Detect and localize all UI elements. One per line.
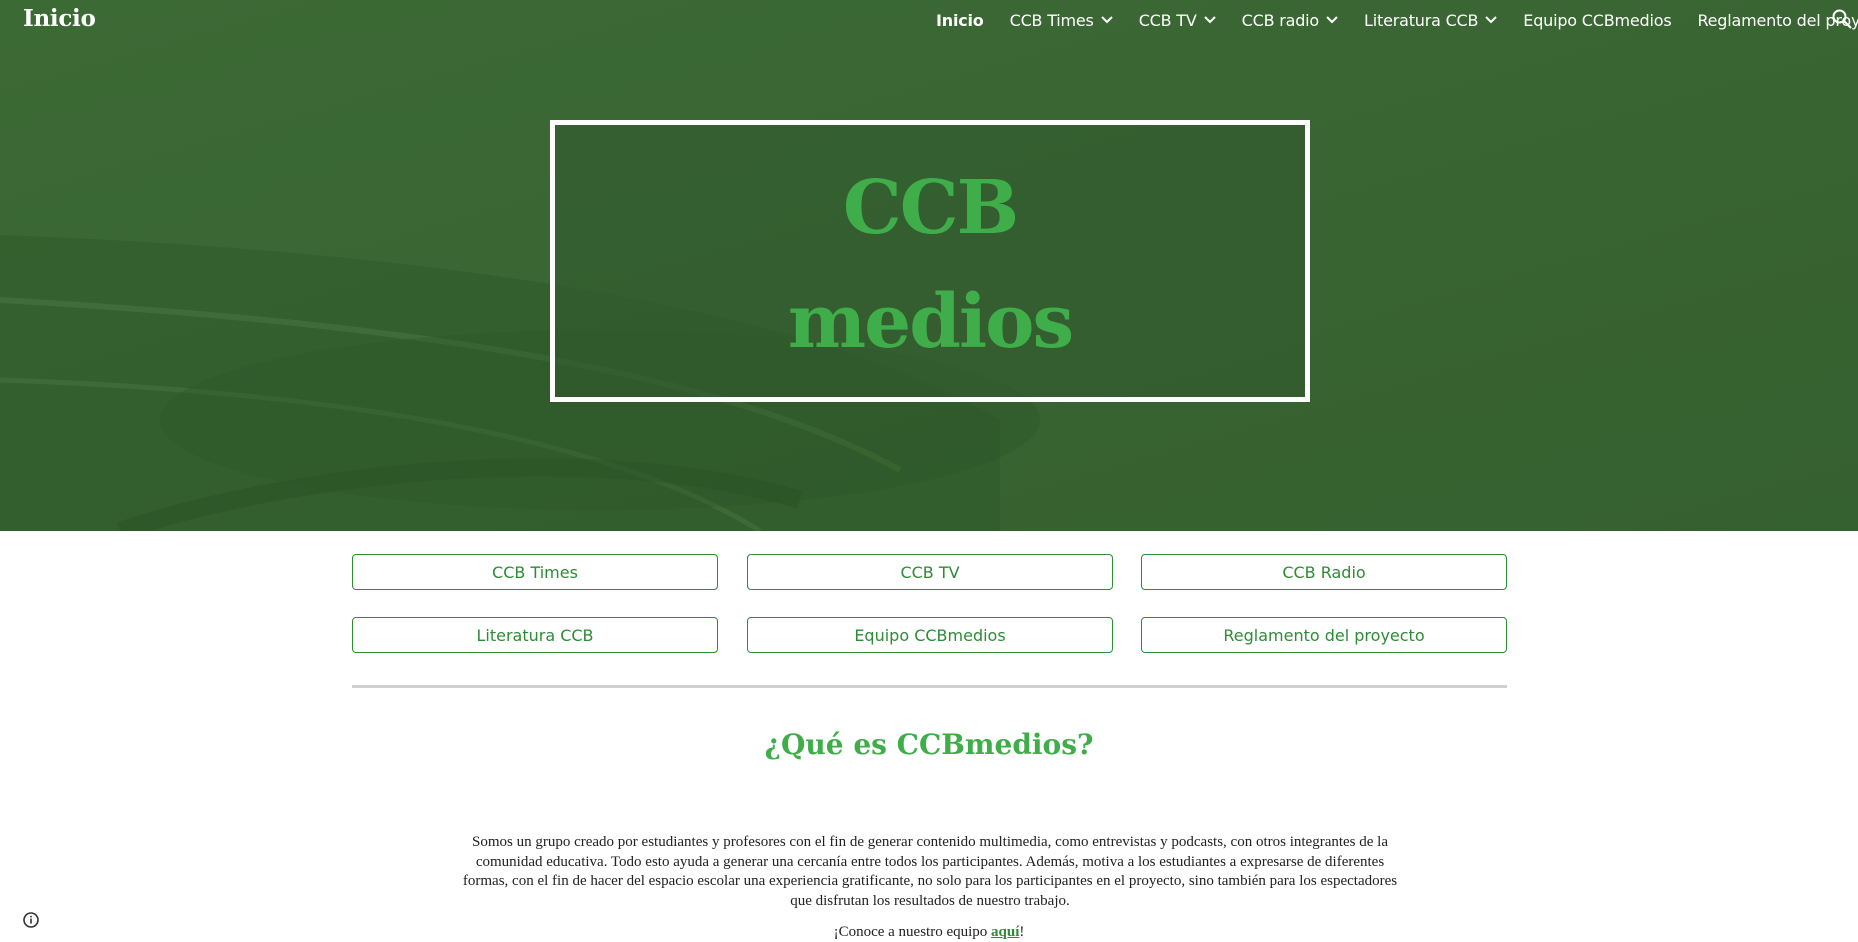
ccb-tv-button[interactable]: CCB TV	[747, 554, 1113, 590]
literatura-ccb-button[interactable]: Literatura CCB	[352, 617, 718, 653]
top-navigation-bar: Inicio Inicio CCB Times CCB TV CCB radio…	[0, 0, 1858, 40]
hero-title-line1: CCB	[842, 165, 1019, 251]
nav-item-ccb-times[interactable]: CCB Times	[1010, 11, 1113, 30]
nav-item-label: Inicio	[936, 10, 984, 30]
nav-item-equipo-ccbmedios[interactable]: Equipo CCBmedios	[1523, 11, 1671, 30]
nav-item-label: CCB radio	[1241, 10, 1320, 30]
search-icon[interactable]	[1831, 8, 1853, 30]
reglamento-button[interactable]: Reglamento del proyecto	[1141, 617, 1507, 653]
nav-item-ccb-radio[interactable]: CCB radio	[1242, 11, 1338, 30]
hero-banner: Inicio Inicio CCB Times CCB TV CCB radio…	[0, 0, 1858, 531]
ccb-radio-button[interactable]: CCB Radio	[1141, 554, 1507, 590]
hero-title-box: CCB medios	[550, 120, 1310, 402]
info-icon[interactable]	[21, 910, 41, 930]
equipo-ccbmedios-button[interactable]: Equipo CCBmedios	[747, 617, 1113, 653]
ccb-times-button[interactable]: CCB Times	[352, 554, 718, 590]
nav-item-label: Equipo CCBmedios	[1523, 10, 1672, 30]
nav-item-label: Literatura CCB	[1364, 10, 1479, 30]
about-paragraph: Somos un grupo creado por estudiantes y …	[462, 834, 1398, 909]
main-nav: Inicio CCB Times CCB TV CCB radio Litera…	[936, 9, 1858, 31]
chevron-down-icon[interactable]	[1203, 16, 1216, 24]
nav-item-literatura-ccb[interactable]: Literatura CCB	[1364, 10, 1498, 30]
nav-item-ccb-tv[interactable]: CCB TV	[1139, 11, 1216, 30]
cta-prefix: ¡Conoce a nuestro equipo	[833, 924, 992, 940]
nav-item-label: CCB TV	[1138, 10, 1197, 30]
site-title[interactable]: Inicio	[23, 5, 96, 32]
section-heading: ¿Qué es CCBmedios?	[764, 728, 1094, 761]
nav-item-label: CCB Times	[1009, 10, 1094, 30]
cta-suffix: !	[1019, 924, 1025, 940]
hero-title-line2: medios	[787, 279, 1074, 365]
section-divider	[352, 685, 1507, 688]
team-cta: ¡Conoce a nuestro equipo aquí!	[0, 924, 1858, 941]
chevron-down-icon[interactable]	[1485, 16, 1498, 24]
team-link[interactable]: aquí	[991, 924, 1019, 940]
chevron-down-icon[interactable]	[1100, 16, 1113, 24]
nav-item-inicio[interactable]: Inicio	[936, 11, 984, 30]
chevron-down-icon[interactable]	[1326, 16, 1338, 24]
